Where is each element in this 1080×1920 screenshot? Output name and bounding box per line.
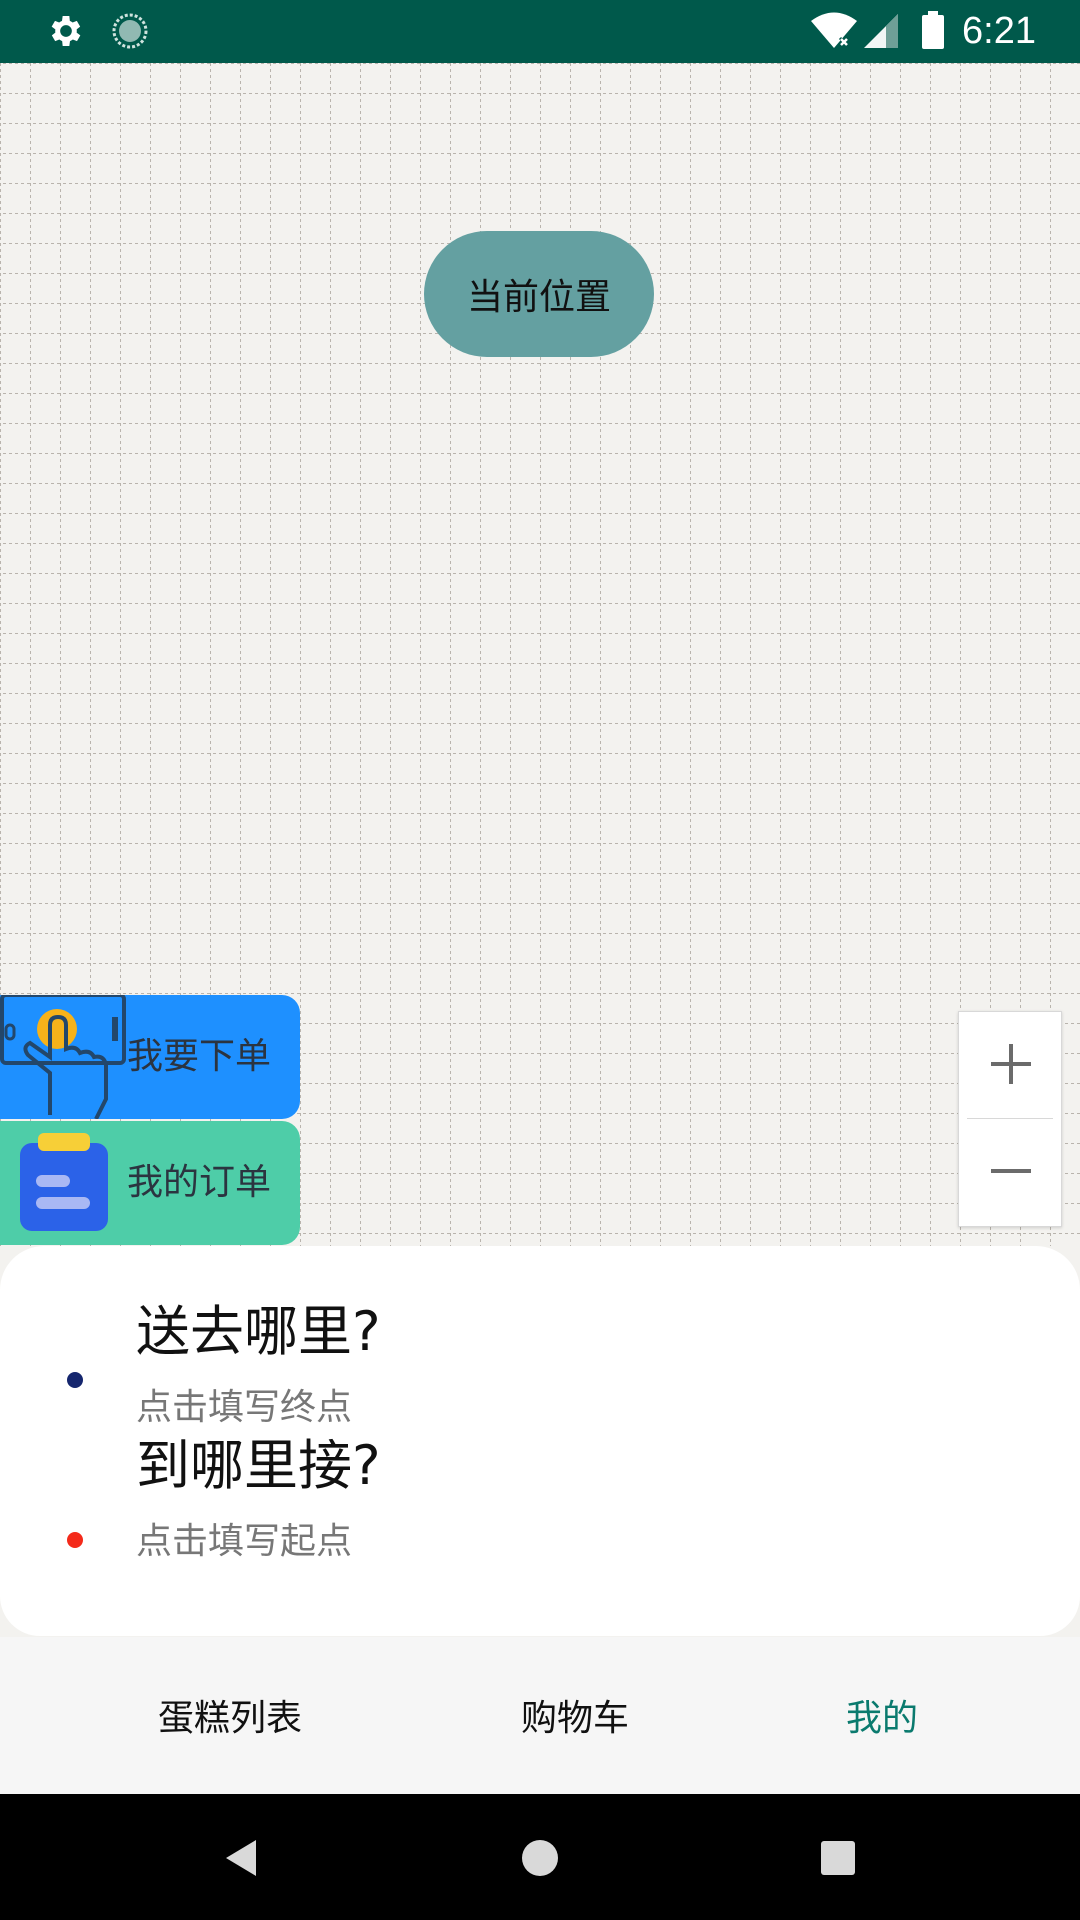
back-icon[interactable]: [218, 1834, 266, 1882]
system-nav-bar: [0, 1794, 1080, 1920]
home-icon[interactable]: [516, 1834, 564, 1882]
zoom-out-button[interactable]: [959, 1119, 1061, 1225]
pickup-dot: [67, 1532, 83, 1548]
destination-dot: [67, 1372, 83, 1388]
zoom-in-button[interactable]: [959, 1012, 1061, 1118]
minus-icon: [991, 1169, 1031, 1173]
destination-row[interactable]: 送去哪里? 点击填写终点: [0, 1246, 1080, 1428]
sync-icon: [112, 13, 148, 49]
zoom-control: [958, 1011, 1062, 1227]
place-order-label: 我要下单: [127, 1036, 272, 1077]
status-bar: 6:21: [0, 0, 1080, 63]
plus-icon: [991, 1044, 1031, 1084]
pickup-title: 到哪里接?: [136, 1434, 381, 1497]
my-orders-label: 我的订单: [127, 1162, 272, 1203]
current-location-label: 当前位置: [466, 277, 611, 318]
current-location-marker[interactable]: 当前位置: [424, 231, 654, 357]
hand-tap-phone-icon: [0, 995, 126, 1119]
pickup-hint: 点击填写起点: [136, 1521, 353, 1562]
route-sheet: 送去哪里? 点击填写终点 到哪里接? 点击填写起点: [0, 1246, 1080, 1636]
tab-cake-list[interactable]: 蛋糕列表: [158, 1697, 302, 1741]
clipboard-icon: [20, 1133, 108, 1231]
wifi-icon: [811, 12, 857, 48]
my-orders-button[interactable]: 我的订单: [0, 1121, 300, 1245]
battery-icon: [922, 11, 944, 49]
gear-icon: [51, 16, 81, 46]
destination-title: 送去哪里?: [136, 1300, 381, 1363]
signal-icon: [864, 14, 898, 48]
clock: 6:21: [962, 10, 1036, 52]
tab-cart[interactable]: 购物车: [521, 1697, 629, 1741]
bottom-tab-bar: 蛋糕列表 购物车 我的: [0, 1637, 1080, 1794]
recent-apps-icon[interactable]: [814, 1834, 862, 1882]
pickup-row[interactable]: 到哪里接? 点击填写起点: [0, 1406, 1080, 1566]
place-order-button[interactable]: 我要下单: [0, 995, 300, 1119]
tab-mine[interactable]: 我的: [846, 1697, 918, 1741]
